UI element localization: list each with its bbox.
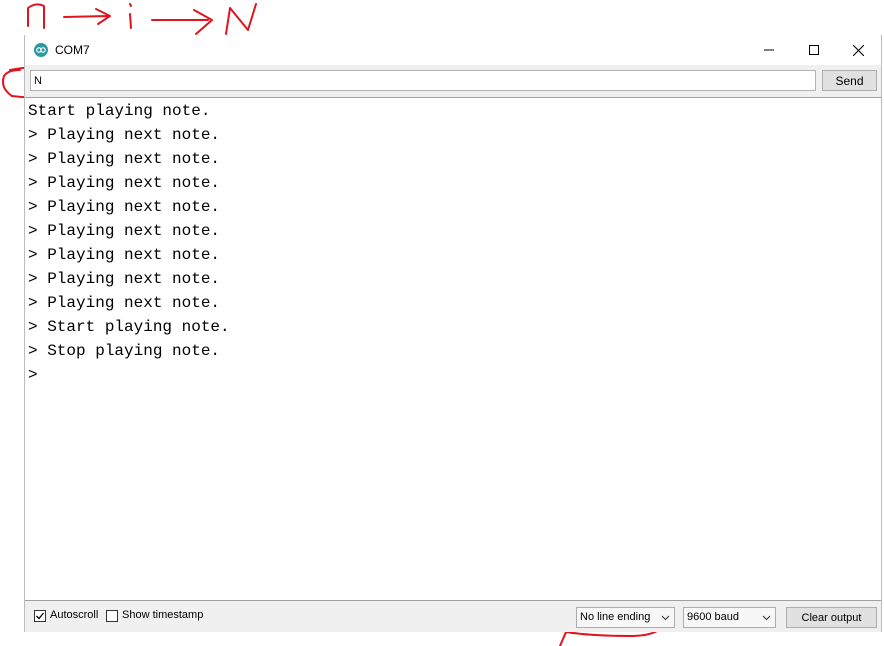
baud-value: 9600 baud <box>687 611 739 623</box>
autoscroll-checkbox[interactable] <box>34 610 46 622</box>
output-line: > Start playing note. <box>28 318 230 336</box>
chevron-down-icon <box>762 615 771 621</box>
timestamp-label: Show timestamp <box>122 609 204 621</box>
serial-monitor-window: COM7 Send Start playing note. > Playing … <box>24 35 882 632</box>
output-line: > Playing next note. <box>28 126 221 144</box>
serial-output[interactable]: Start playing note. > Playing next note.… <box>25 97 881 601</box>
minimize-icon <box>763 49 774 51</box>
checkmark-icon <box>36 612 45 620</box>
clear-output-button[interactable]: Clear output <box>786 607 877 628</box>
line-ending-value: No line ending <box>580 611 651 623</box>
output-line: > Playing next note. <box>28 198 221 216</box>
output-line: > Playing next note. <box>28 222 221 240</box>
arduino-icon <box>34 43 48 57</box>
annotation-arrow-1 <box>63 8 111 25</box>
output-line: > Playing next note. <box>28 246 221 264</box>
input-bar: Send <box>25 65 881 97</box>
baud-select[interactable]: 9600 baud <box>683 607 776 628</box>
annotation-arrow-2 <box>151 9 213 35</box>
output-line: > Playing next note. <box>28 270 221 288</box>
chevron-down-icon <box>661 615 670 621</box>
output-line: > Playing next note. <box>28 150 221 168</box>
output-line: > Playing next note. <box>28 294 221 312</box>
annotation-letter-n <box>27 3 45 29</box>
close-icon <box>853 44 864 56</box>
serial-input[interactable] <box>30 70 816 91</box>
output-line: Start playing note. <box>28 102 211 120</box>
maximize-icon <box>808 45 819 55</box>
maximize-button[interactable] <box>791 35 836 65</box>
title-bar: COM7 <box>25 35 881 65</box>
autoscroll-label: Autoscroll <box>50 609 99 621</box>
close-button[interactable] <box>836 35 881 65</box>
timestamp-checkbox[interactable] <box>106 610 118 622</box>
status-bar: Autoscroll Show timestamp No line ending… <box>25 601 881 632</box>
minimize-button[interactable] <box>746 35 791 65</box>
line-ending-select[interactable]: No line ending <box>576 607 675 628</box>
window-title: COM7 <box>55 43 90 57</box>
output-line: > Stop playing note. <box>28 342 221 360</box>
send-button[interactable]: Send <box>822 70 877 91</box>
annotation-letter-N <box>225 3 257 35</box>
output-line: > Playing next note. <box>28 174 221 192</box>
annotation-letter-i <box>129 3 132 29</box>
output-line: > <box>28 366 38 384</box>
